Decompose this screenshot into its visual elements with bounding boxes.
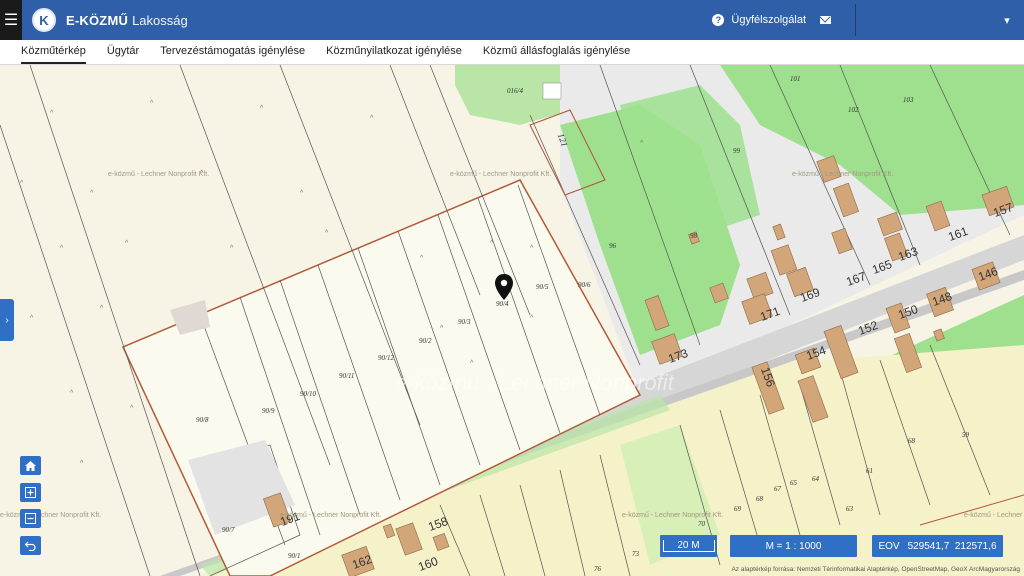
- map-watermark: e-közmű - Lechner Nonprofit Kft.: [280, 512, 382, 519]
- top-bar: ☰ K E-KÖZMŰ Lakosság ? Ügyfélszolgálat ▾: [0, 0, 1024, 40]
- undo-icon: [25, 541, 36, 551]
- menu-icon[interactable]: ☰: [0, 0, 22, 40]
- parcel-label: 96: [609, 242, 616, 250]
- zoom-in-button[interactable]: [20, 483, 41, 502]
- parcel-label: 90/10: [300, 390, 316, 398]
- parcel-label: 67: [774, 485, 781, 493]
- parcel-label: 68: [756, 495, 763, 503]
- parcel-label: 61: [866, 467, 873, 475]
- parcel-label: 90/12: [378, 354, 394, 362]
- parcel-label: 68: [908, 437, 915, 445]
- scale-bar-panel: 20 M: [660, 535, 717, 557]
- brand-bold: E-KÖZMŰ: [66, 12, 129, 28]
- coord-y: 212571,6: [954, 540, 997, 552]
- app-title[interactable]: E-KÖZMŰ Lakosság: [66, 13, 188, 28]
- parcel-label: 90/3: [458, 318, 471, 326]
- chevron-down-icon[interactable]: ▾: [996, 0, 1018, 40]
- support-link[interactable]: Ügyfélszolgálat: [731, 14, 806, 26]
- tab-kozmunyilatkozat[interactable]: Közműnyilatkozat igénylése: [326, 40, 462, 64]
- map-attribution: Az alaptérkép forrása: Nemzeti Térinform…: [731, 566, 1020, 573]
- home-button[interactable]: [20, 456, 41, 475]
- parcel-label: 70: [698, 520, 705, 528]
- tab-kozmuterkep[interactable]: Közműtérkép: [21, 40, 86, 64]
- tab-ugytar[interactable]: Ügytár: [107, 40, 139, 64]
- top-right-actions: ? Ügyfélszolgálat ▾: [712, 0, 1024, 40]
- map-canvas[interactable]: ^ ^ ^ ^ ^ ^ ^ ^ ^ ^ ^ ^ ^ ^ ^ ^ ^ ^ ^ ^ ^ ^ ^ ^ 016/4 121 …: [0, 65, 1024, 576]
- parcel-label: 73: [632, 550, 639, 558]
- parcel-label: 102: [848, 106, 859, 114]
- parcel-label: 69: [734, 505, 741, 513]
- home-icon: [25, 460, 36, 471]
- parcel-label: 64: [812, 475, 819, 483]
- parcel-label: 016/4: [507, 87, 523, 95]
- parcel-label: 90/11: [339, 372, 355, 380]
- map-watermark: e-közmű - Lechner Nonprofit Kft.: [792, 171, 894, 178]
- scale-bar: 20 M: [662, 540, 715, 552]
- parcel-label: 63: [846, 505, 853, 513]
- parcel-label: 90/4: [496, 300, 509, 308]
- tab-kozmu-allasfoglalas[interactable]: Közmű állásfoglalás igénylése: [483, 40, 630, 64]
- map-big-watermark: e-közmű - Lechner Nonprofit: [395, 370, 674, 395]
- mail-icon[interactable]: [820, 16, 831, 24]
- tab-bar: Közműtérkép Ügytár Tervezéstámogatás igé…: [0, 40, 1024, 65]
- parcel-label: 90/5: [536, 283, 549, 291]
- map-watermark: e-közmű - Lechner Nonprofit Kft.: [450, 171, 552, 178]
- parcel-label: 103: [903, 96, 914, 104]
- parcel-label: 90/8: [196, 416, 209, 424]
- sidebar-toggle-button[interactable]: ›: [0, 299, 14, 341]
- parcel-label: 90/2: [419, 337, 432, 345]
- map-watermark: e-közmű - Lechner Nonprofit Kft.: [108, 171, 210, 178]
- parcel-label: 90/9: [262, 407, 275, 415]
- tab-tervezestamogatas[interactable]: Tervezéstámogatás igénylése: [160, 40, 305, 64]
- parcel-label: 59: [962, 431, 969, 439]
- map-watermark: e-közmű - Lechner Nonprofit Kft.: [0, 512, 102, 519]
- parcel-label: 90/1: [288, 552, 301, 560]
- map-watermark: e-közmű - Lechner Nonprofit Kft.: [622, 512, 724, 519]
- scale-ratio: M = 1 : 1000: [730, 535, 857, 557]
- parcel-label: 76: [594, 565, 601, 573]
- logo-icon[interactable]: K: [32, 8, 56, 32]
- zoom-out-button[interactable]: [20, 509, 41, 528]
- coordinates-panel: EOV 529541,7 212571,6: [872, 535, 1003, 557]
- brand-light: Lakosság: [132, 12, 188, 28]
- back-button[interactable]: [20, 536, 41, 555]
- plus-box-icon: [25, 487, 36, 498]
- parcel-label: 98: [690, 232, 697, 240]
- parcel-label: 99: [733, 147, 740, 155]
- parcel-label: 101: [790, 75, 801, 83]
- top-divider: [855, 4, 856, 36]
- parcel-label: 65: [790, 479, 797, 487]
- coord-system-label: EOV: [878, 540, 900, 552]
- help-icon: ?: [712, 14, 725, 26]
- parcel-label: 90/6: [578, 281, 591, 289]
- parcel-label: 90/7: [222, 526, 235, 534]
- minus-box-icon: [25, 513, 36, 524]
- map-watermark: e-közmű - Lechner Nonprofit Kft.: [964, 512, 1024, 519]
- coord-x: 529541,7: [907, 540, 950, 552]
